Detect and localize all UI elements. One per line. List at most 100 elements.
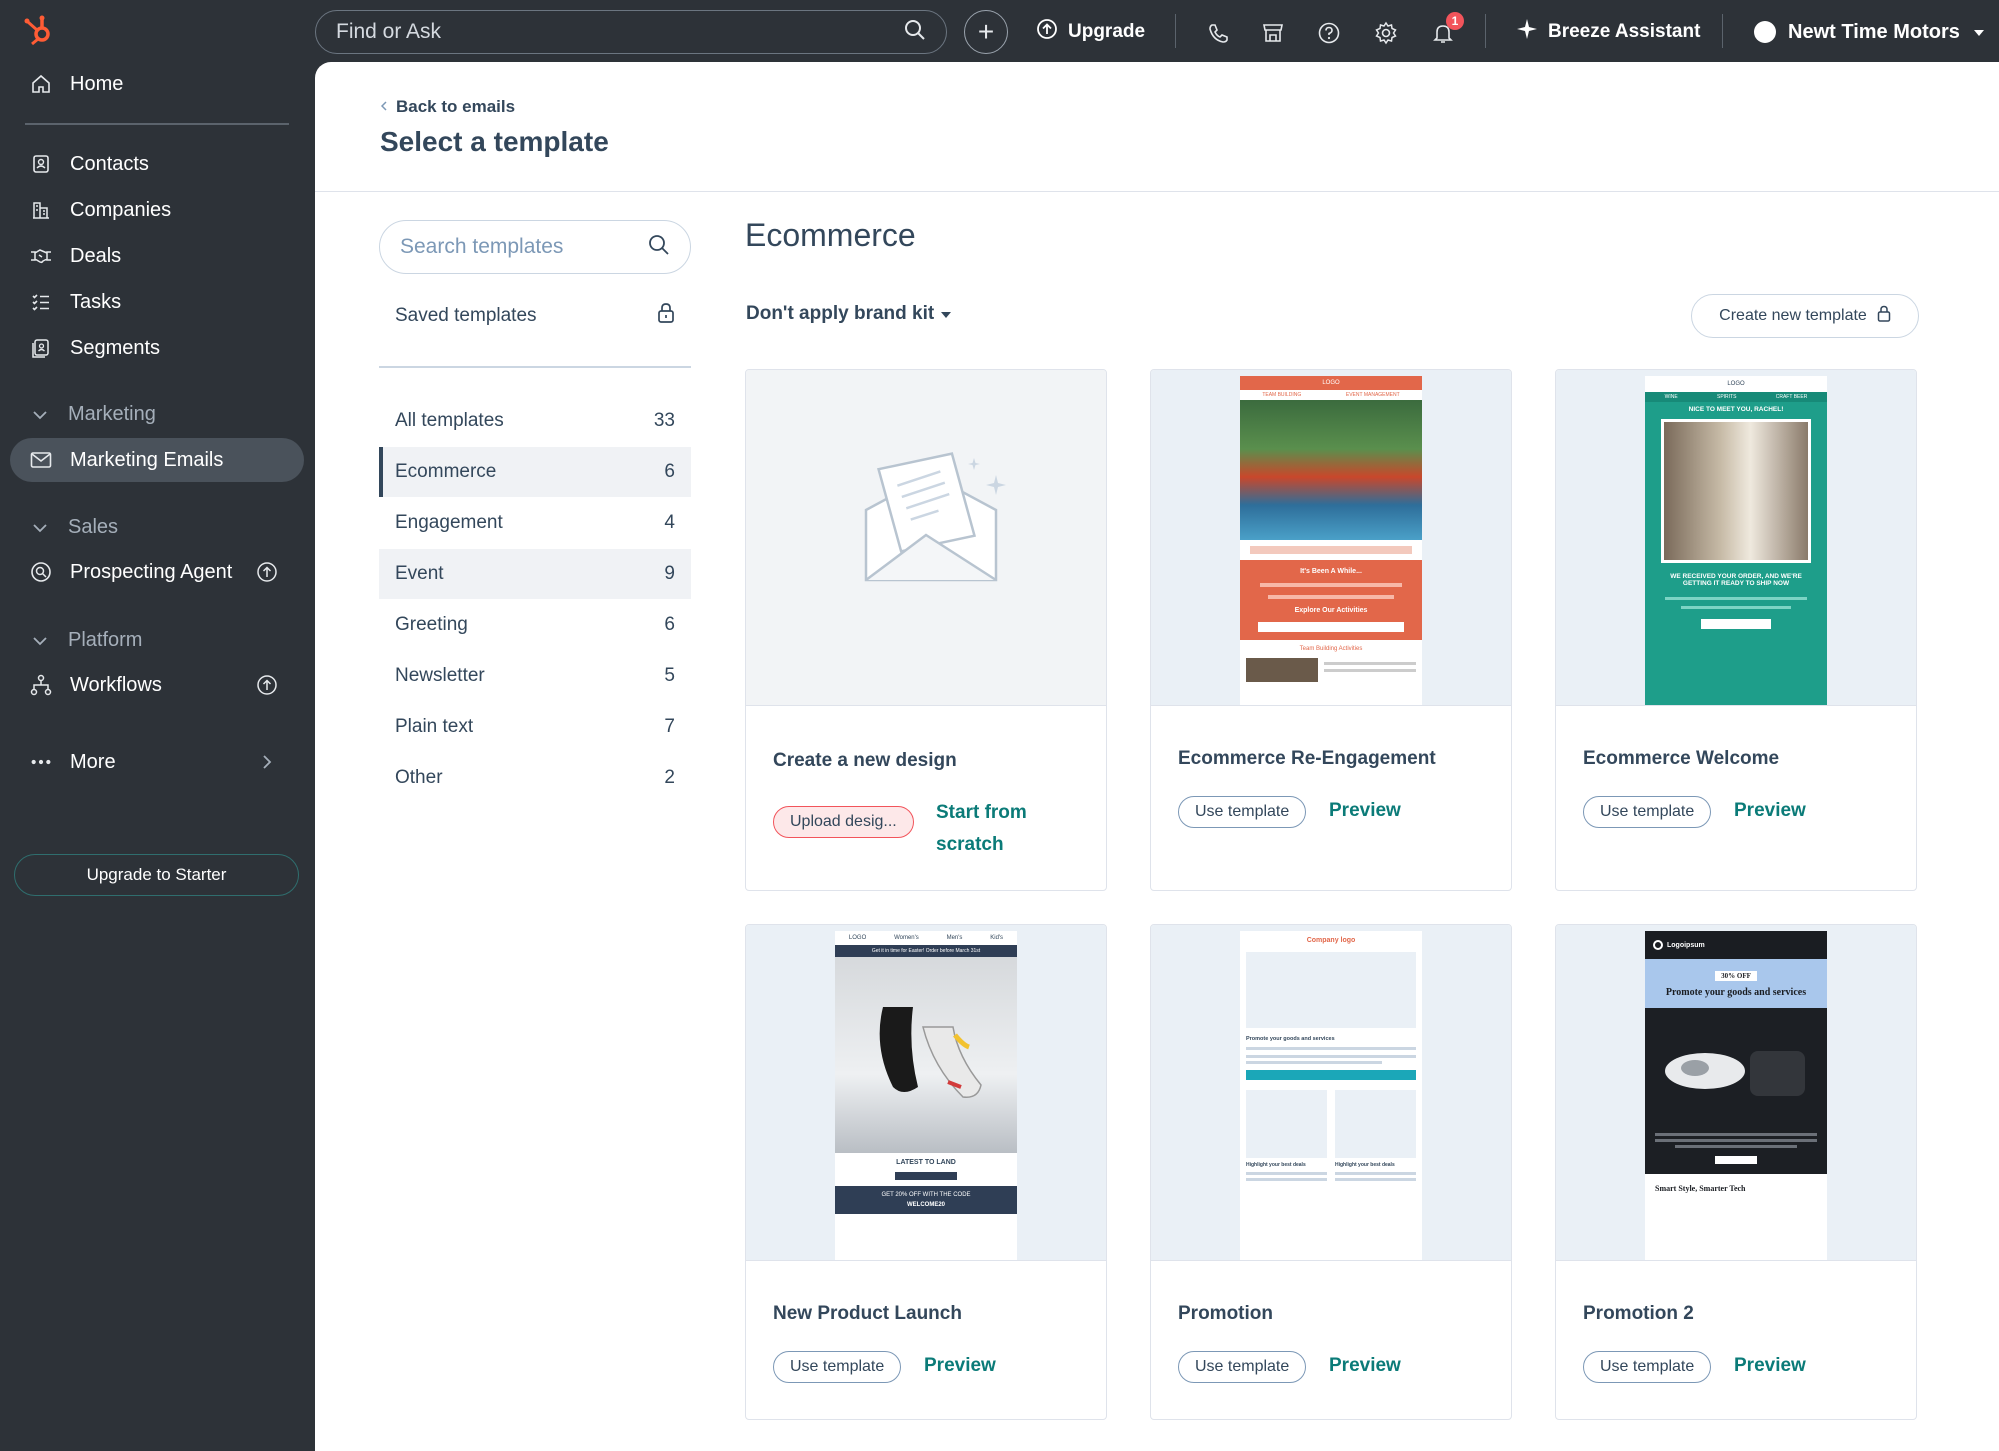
email-logo: Company logo: [1306, 937, 1356, 944]
help-icon[interactable]: [1316, 20, 1342, 46]
template-thumbnail: LOGO Women's Men's Kid's Get it in time …: [746, 925, 1106, 1261]
email-preview: Logoipsum 30% OFF Promote your goods and…: [1645, 931, 1827, 1260]
saved-templates-item[interactable]: Saved templates: [379, 288, 691, 344]
contacts-icon: [30, 153, 52, 175]
sidebar-item-tasks[interactable]: Tasks: [10, 280, 304, 324]
sidebar-section-sales[interactable]: Sales: [10, 507, 304, 547]
hubspot-logo-icon[interactable]: [20, 12, 56, 48]
use-template-button[interactable]: Use template: [1178, 1351, 1307, 1383]
preview-link[interactable]: Preview: [1734, 800, 1806, 822]
preview-link[interactable]: Preview: [1734, 1355, 1806, 1377]
breeze-assistant-button[interactable]: Breeze Assistant: [1516, 14, 1700, 50]
section-title: Ecommerce: [745, 217, 916, 253]
upgrade-to-starter-button[interactable]: Upgrade to Starter: [14, 854, 299, 896]
upgrade-arrow-icon[interactable]: [256, 561, 278, 583]
settings-gear-icon[interactable]: [1373, 20, 1399, 46]
category-all-templates[interactable]: All templates 33: [379, 396, 691, 446]
header-divider: [315, 191, 1999, 192]
template-card-promotion-2[interactable]: Logoipsum 30% OFF Promote your goods and…: [1555, 924, 1917, 1420]
category-count: 9: [664, 563, 675, 584]
category-label: Event: [395, 563, 444, 584]
sidebar-item-label: Companies: [70, 198, 172, 221]
category-event[interactable]: Event 9: [379, 549, 691, 599]
separator: [1175, 14, 1176, 48]
use-template-button[interactable]: Use template: [773, 1351, 902, 1383]
category-other[interactable]: Other 2: [379, 753, 691, 803]
back-to-emails-link[interactable]: Back to emails: [380, 97, 515, 117]
sidebar-item-label: Contacts: [70, 152, 149, 175]
new-design-thumbnail: [746, 370, 1106, 706]
sidebar-section-label: Platform: [68, 628, 143, 651]
sidebar-item-contacts[interactable]: Contacts: [10, 142, 304, 186]
sidebar-item-label: Workflows: [70, 673, 162, 696]
preview-link[interactable]: Preview: [924, 1355, 996, 1377]
sidebar-item-segments[interactable]: Segments: [10, 326, 304, 370]
brand-kit-label: Don't apply brand kit: [746, 303, 935, 324]
card-title: Promotion: [1178, 1303, 1273, 1324]
breeze-assistant-label: Breeze Assistant: [1548, 21, 1701, 42]
use-template-button[interactable]: Use template: [1583, 1351, 1712, 1383]
template-card-ecommerce-re-engagement[interactable]: LOGO TEAM BUILDING EVENT MANAGEMENT It's…: [1150, 369, 1512, 891]
sidebar-item-label: Tasks: [70, 290, 122, 313]
category-label: Plain text: [395, 716, 474, 737]
email-nav-item: EVENT MANAGEMENT: [1345, 392, 1400, 398]
category-newsletter[interactable]: Newsletter 5: [379, 651, 691, 701]
sparkle-icon: [1516, 18, 1538, 46]
template-card-new-product-launch[interactable]: LOGO Women's Men's Kid's Get it in time …: [745, 924, 1107, 1420]
upgrade-arrow-icon[interactable]: [256, 674, 278, 696]
preview-link[interactable]: Preview: [1329, 800, 1401, 822]
category-greeting[interactable]: Greeting 6: [379, 600, 691, 650]
preview-link[interactable]: Preview: [1329, 1355, 1401, 1377]
email-logo: LOGO: [1645, 376, 1827, 392]
prospecting-agent-icon: [30, 561, 52, 583]
sidebar-item-label: Home: [70, 72, 124, 95]
category-label: Ecommerce: [395, 461, 497, 482]
category-plain-text[interactable]: Plain text 7: [379, 702, 691, 752]
sidebar-section-marketing[interactable]: Marketing: [10, 394, 304, 434]
email-preview: Company logo Promote your goods and serv…: [1240, 931, 1422, 1260]
use-template-button[interactable]: Use template: [1583, 796, 1712, 828]
create-new-template-button[interactable]: Create new template: [1691, 294, 1919, 338]
account-menu[interactable]: Newt Time Motors: [1754, 14, 1986, 50]
email-nav-item: Men's: [946, 935, 963, 941]
email-headline: Promote your goods and services: [1665, 987, 1807, 998]
use-template-button[interactable]: Use template: [1178, 796, 1307, 828]
search-icon[interactable]: [904, 19, 926, 46]
sidebar-item-marketing-emails[interactable]: Marketing Emails: [10, 438, 304, 482]
template-card-promotion[interactable]: Company logo Promote your goods and serv…: [1150, 924, 1512, 1420]
sidebar-divider: [25, 123, 289, 125]
create-plus-icon[interactable]: +: [964, 10, 1008, 54]
email-code: WELCOME20: [906, 1202, 945, 1208]
notifications-bell-icon[interactable]: 1: [1430, 12, 1464, 46]
upload-design-button[interactable]: Upload desig...: [773, 806, 914, 838]
upgrade-button[interactable]: Upgrade: [1036, 14, 1145, 50]
template-card-ecommerce-welcome[interactable]: LOGO WINE SPIRITS CRAFT BEER NICE TO MEE…: [1555, 369, 1917, 891]
email-greeting: NICE TO MEET YOU, RACHEL!: [1688, 406, 1784, 413]
phone-icon[interactable]: [1205, 20, 1231, 46]
lock-icon: [1877, 305, 1891, 327]
brand-kit-dropdown[interactable]: Don't apply brand kit: [746, 303, 952, 325]
email-banner: Get it in time for Easter! Order before …: [835, 945, 1017, 957]
email-message: WE RECEIVED YOUR ORDER, AND WE'RE GETTIN…: [1670, 573, 1802, 587]
search-icon[interactable]: [648, 234, 670, 261]
email-preview: LOGO WINE SPIRITS CRAFT BEER NICE TO MEE…: [1645, 376, 1827, 705]
category-engagement[interactable]: Engagement 4: [379, 498, 691, 548]
template-search-input[interactable]: Search templates: [379, 220, 691, 274]
category-ecommerce[interactable]: Ecommerce 6: [379, 447, 691, 497]
sidebar-item-more[interactable]: More: [10, 740, 304, 784]
sidebar-section-platform[interactable]: Platform: [10, 620, 304, 660]
separator: [1485, 14, 1486, 48]
sidebar-item-label: Deals: [70, 244, 122, 267]
sidebar-item-workflows[interactable]: Workflows: [10, 663, 304, 707]
sidebar-item-home[interactable]: Home: [10, 62, 304, 106]
email-nav-item: SPIRITS: [1717, 394, 1737, 400]
scratch-label: scratch: [936, 834, 1004, 855]
separator: [1722, 14, 1723, 48]
sidebar-item-deals[interactable]: Deals: [10, 234, 304, 278]
marketplace-icon[interactable]: [1260, 20, 1286, 46]
sidebar-item-prospecting-agent[interactable]: Prospecting Agent: [10, 550, 304, 594]
upgrade-label: Upgrade: [1068, 21, 1146, 42]
start-from-scratch-link[interactable]: Start from scratch: [936, 797, 1027, 861]
sidebar-item-companies[interactable]: Companies: [10, 188, 304, 232]
global-search-input[interactable]: Find or Ask: [315, 10, 947, 54]
